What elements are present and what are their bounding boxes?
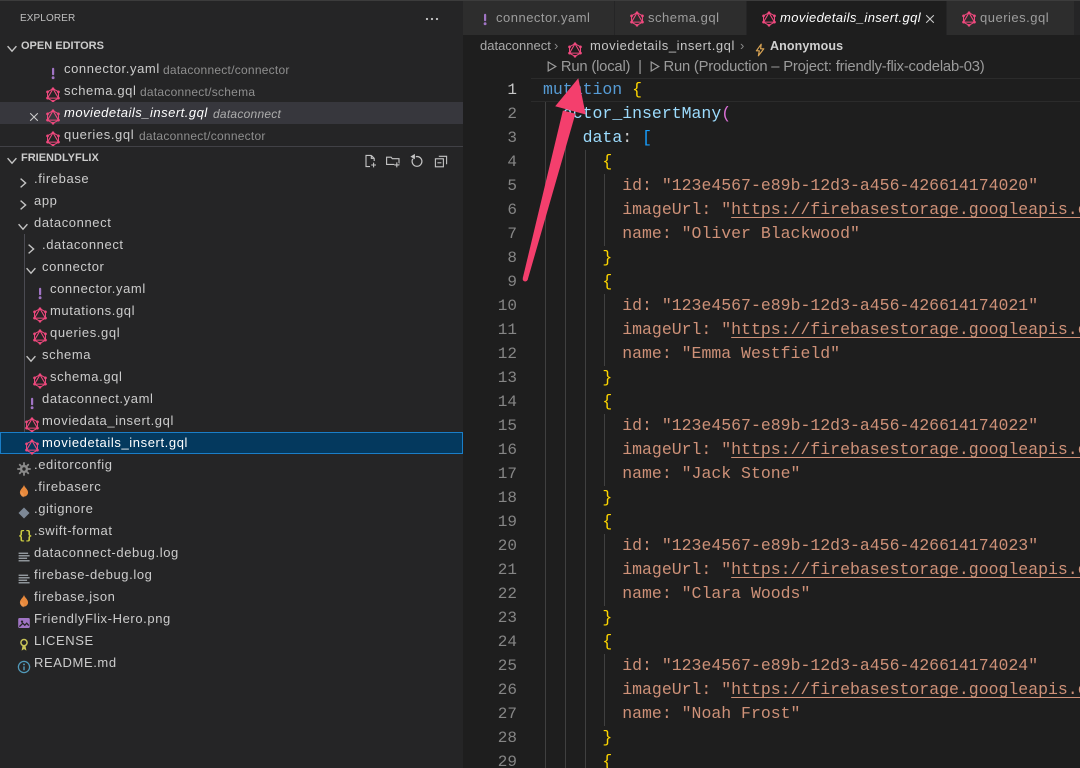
svg-text:{}: {} — [18, 529, 32, 543]
